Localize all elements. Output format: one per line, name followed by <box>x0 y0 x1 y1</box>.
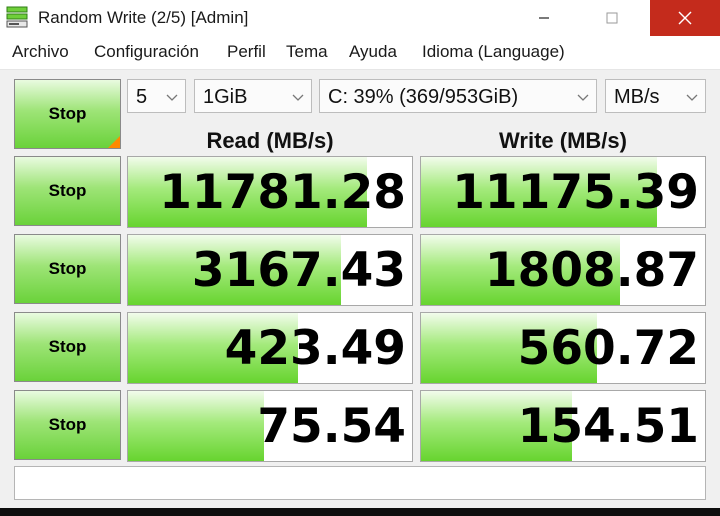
chevron-down-icon <box>292 94 304 101</box>
read-value-row-4: 75.54 <box>257 399 406 454</box>
drive-value: C: 39% (369/953GiB) <box>328 86 519 108</box>
menu-bar: Archivo Configuración Perfil Tema Ayuda … <box>0 36 720 70</box>
unit-select[interactable]: MB/s <box>605 79 706 113</box>
menu-configuracion[interactable]: Configuración <box>94 42 199 62</box>
menu-ayuda[interactable]: Ayuda <box>349 42 397 62</box>
write-value-row-1: 11175.39 <box>452 165 699 220</box>
minimize-button[interactable] <box>510 0 578 36</box>
menu-archivo[interactable]: Archivo <box>12 42 69 62</box>
write-header: Write (MB/s) <box>499 128 627 153</box>
test-size-value: 1GiB <box>203 86 248 108</box>
test-count-value: 5 <box>136 86 148 108</box>
menu-tema[interactable]: Tema <box>286 42 328 62</box>
chevron-down-icon <box>577 94 589 101</box>
close-button[interactable] <box>650 0 720 36</box>
app-window: Random Write (2/5) [Admin] Archivo Confi… <box>0 0 720 516</box>
stop-label: Stop <box>48 337 87 356</box>
crystaldiskmark-app-icon <box>6 6 28 28</box>
stop-label: Stop <box>48 181 87 200</box>
drive-select[interactable]: C: 39% (369/953GiB) <box>319 79 597 113</box>
menu-idioma[interactable]: Idioma (Language) <box>422 42 565 62</box>
read-value-row-3: 423.49 <box>224 321 406 376</box>
read-header: Read (MB/s) <box>206 128 334 153</box>
write-value-row-2: 1808.87 <box>484 243 699 298</box>
read-value-row-1: 11781.28 <box>159 165 406 220</box>
read-result-row-2: 3167.43 <box>127 234 413 306</box>
stop-label: Stop <box>48 259 87 278</box>
stop-button-row-4[interactable]: Stop <box>14 390 121 460</box>
maximize-icon <box>606 12 618 24</box>
write-result-row-4: 154.51 <box>420 390 706 462</box>
stop-all-button[interactable]: Stop <box>14 79 121 149</box>
write-result-row-1: 11175.39 <box>420 156 706 228</box>
close-icon <box>678 11 692 25</box>
chevron-down-icon <box>686 94 698 101</box>
test-size-select[interactable]: 1GiB <box>194 79 312 113</box>
read-bar-row-4 <box>128 391 265 461</box>
title-bar: Random Write (2/5) [Admin] <box>0 0 720 36</box>
stop-all-label: Stop <box>48 104 87 123</box>
minimize-icon <box>539 17 549 19</box>
stop-label: Stop <box>48 415 87 434</box>
chevron-down-icon <box>166 94 178 101</box>
read-value-row-2: 3167.43 <box>191 243 406 298</box>
window-title: Random Write (2/5) [Admin] <box>38 8 249 27</box>
write-value-row-3: 560.72 <box>517 321 699 376</box>
desktop-background-strip <box>0 508 720 516</box>
read-result-row-3: 423.49 <box>127 312 413 384</box>
write-value-row-4: 154.51 <box>517 399 699 454</box>
stop-button-row-3[interactable]: Stop <box>14 312 121 382</box>
test-count-select[interactable]: 5 <box>127 79 186 113</box>
stop-button-row-1[interactable]: Stop <box>14 156 121 226</box>
maximize-button[interactable] <box>578 0 646 36</box>
read-result-row-1: 11781.28 <box>127 156 413 228</box>
write-result-row-3: 560.72 <box>420 312 706 384</box>
read-result-row-4: 75.54 <box>127 390 413 462</box>
unit-value: MB/s <box>614 86 660 108</box>
main-panel: Stop 5 1GiB C: 39% (369/953GiB) MB/s Rea… <box>0 70 720 516</box>
comment-field[interactable] <box>14 466 706 500</box>
menu-perfil[interactable]: Perfil <box>227 42 266 62</box>
stop-button-row-2[interactable]: Stop <box>14 234 121 304</box>
selected-corner-marker <box>108 136 120 148</box>
write-result-row-2: 1808.87 <box>420 234 706 306</box>
